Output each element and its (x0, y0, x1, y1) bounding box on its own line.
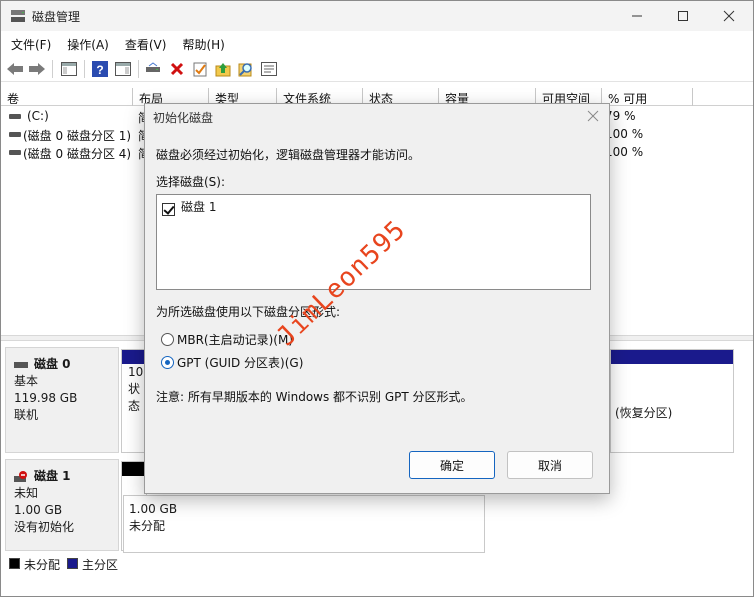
menu-help[interactable]: 帮助(H) (182, 33, 224, 55)
show-hide-action-pane-button[interactable] (113, 59, 133, 79)
disk-1-label[interactable]: 磁盘 1 未知 1.00 GB 没有初始化 (5, 459, 119, 551)
disk-1-checkbox[interactable] (162, 203, 175, 216)
volume-percent-free: 100 % (605, 145, 644, 159)
maximize-button[interactable] (660, 1, 706, 31)
ok-button[interactable]: 确定 (409, 451, 495, 479)
minimize-icon (632, 15, 642, 17)
connect-virtual-disk-button[interactable] (144, 59, 164, 79)
dialog-title: 初始化磁盘 (153, 111, 214, 125)
disk-status: 联机 (14, 408, 39, 422)
disk-name: 磁盘 1 (34, 469, 71, 483)
disk-name: 磁盘 0 (34, 357, 71, 371)
col-header-percent-free[interactable]: % 可用 (602, 88, 693, 106)
volume-percent-free: 100 % (605, 127, 644, 141)
primary-partition-bar (611, 350, 733, 364)
back-button[interactable] (5, 59, 25, 79)
disk-status: 没有初始化 (14, 520, 75, 534)
svg-text:?: ? (96, 63, 103, 77)
folder-up-icon (215, 63, 231, 77)
window-title: 磁盘管理 (32, 10, 81, 24)
primary-partition-swatch (67, 558, 78, 569)
delete-x-icon (170, 62, 184, 76)
close-icon (587, 110, 599, 122)
disk-type: 基本 (14, 374, 39, 388)
gpt-radio[interactable] (161, 356, 174, 369)
initialize-disk-dialog: 初始化磁盘 磁盘必须经过初始化，逻辑磁盘管理器才能访问。 选择磁盘(S): 磁盘… (144, 103, 610, 494)
primary-partition-bar (122, 350, 146, 364)
close-icon (723, 10, 735, 22)
checklist-icon (193, 62, 207, 77)
drive-icon (9, 150, 21, 155)
partition-label: (恢复分区) (615, 406, 673, 420)
action-pane-icon (115, 62, 131, 76)
close-button[interactable] (706, 1, 752, 31)
drive-icon (9, 114, 21, 119)
disk-size: 1.00 GB (14, 503, 63, 517)
help-icon: ? (92, 61, 108, 77)
menu-view[interactable]: 查看(V) (125, 33, 167, 55)
up-folder-button[interactable] (213, 59, 233, 79)
disk-1-list-item[interactable]: 磁盘 1 (181, 198, 216, 215)
disk-management-app-icon (11, 10, 25, 22)
volume-name: (C:) (27, 109, 49, 123)
show-hide-console-tree-button[interactable] (59, 59, 79, 79)
volume-name: (磁盘 0 磁盘分区 4) (23, 147, 132, 161)
unallocated-bar (122, 462, 146, 476)
menu-bar: 文件(F) 操作(A) 查看(V) 帮助(H) (1, 33, 753, 55)
disk-0-label[interactable]: 磁盘 0 基本 119.98 GB 联机 (5, 347, 119, 453)
maximize-icon (678, 11, 688, 21)
drive-icon (9, 132, 21, 137)
partition-size: 1.00 GB (129, 502, 178, 516)
partition-status: 未分配 (129, 519, 166, 533)
disk-size: 119.98 GB (14, 391, 78, 405)
mbr-radio[interactable] (161, 333, 174, 346)
disk-1-unallocated-region[interactable]: 1.00 GB 未分配 (123, 495, 485, 553)
gpt-compatibility-note: 注意: 所有早期版本的 Windows 都不识别 GPT 分区形式。 (156, 390, 473, 404)
disk-uninitialized-icon (14, 470, 27, 482)
cancel-button[interactable]: 取消 (507, 451, 593, 479)
legend-primary-partition: 主分区 (82, 558, 119, 572)
disk-0-recovery-partition[interactable]: (恢复分区) (610, 349, 734, 453)
console-tree-icon (61, 62, 77, 76)
disk-icon (14, 361, 28, 368)
legend: 未分配 主分区 (5, 555, 751, 573)
dialog-close-button[interactable] (587, 107, 599, 126)
menu-file[interactable]: 文件(F) (11, 33, 51, 55)
legend-unallocated: 未分配 (24, 558, 61, 572)
disk-type: 未知 (14, 486, 39, 500)
back-arrow-icon (7, 63, 23, 75)
dialog-message: 磁盘必须经过初始化，逻辑磁盘管理器才能访问。 (156, 148, 421, 162)
disk-connect-icon (146, 62, 160, 72)
help-button[interactable]: ? (90, 59, 110, 79)
minimize-button[interactable] (614, 1, 660, 31)
toolbar: ? (1, 56, 753, 82)
gpt-option-label[interactable]: GPT (GUID 分区表)(G) (177, 354, 303, 371)
title-bar: 磁盘管理 (1, 1, 753, 31)
col-header-volume[interactable]: 卷 (1, 88, 133, 106)
delete-button[interactable] (167, 59, 187, 79)
check-properties-button[interactable] (190, 59, 210, 79)
forward-button[interactable] (27, 59, 47, 79)
unallocated-swatch (9, 558, 20, 569)
menu-action[interactable]: 操作(A) (67, 33, 109, 55)
forward-arrow-icon (29, 63, 45, 75)
magnifier-icon (238, 63, 252, 77)
select-disk-label: 选择磁盘(S): (156, 175, 226, 189)
properties-button[interactable] (259, 59, 279, 79)
search-button[interactable] (236, 59, 256, 79)
properties-icon (261, 62, 277, 76)
volume-name: (磁盘 0 磁盘分区 1) (23, 129, 132, 143)
